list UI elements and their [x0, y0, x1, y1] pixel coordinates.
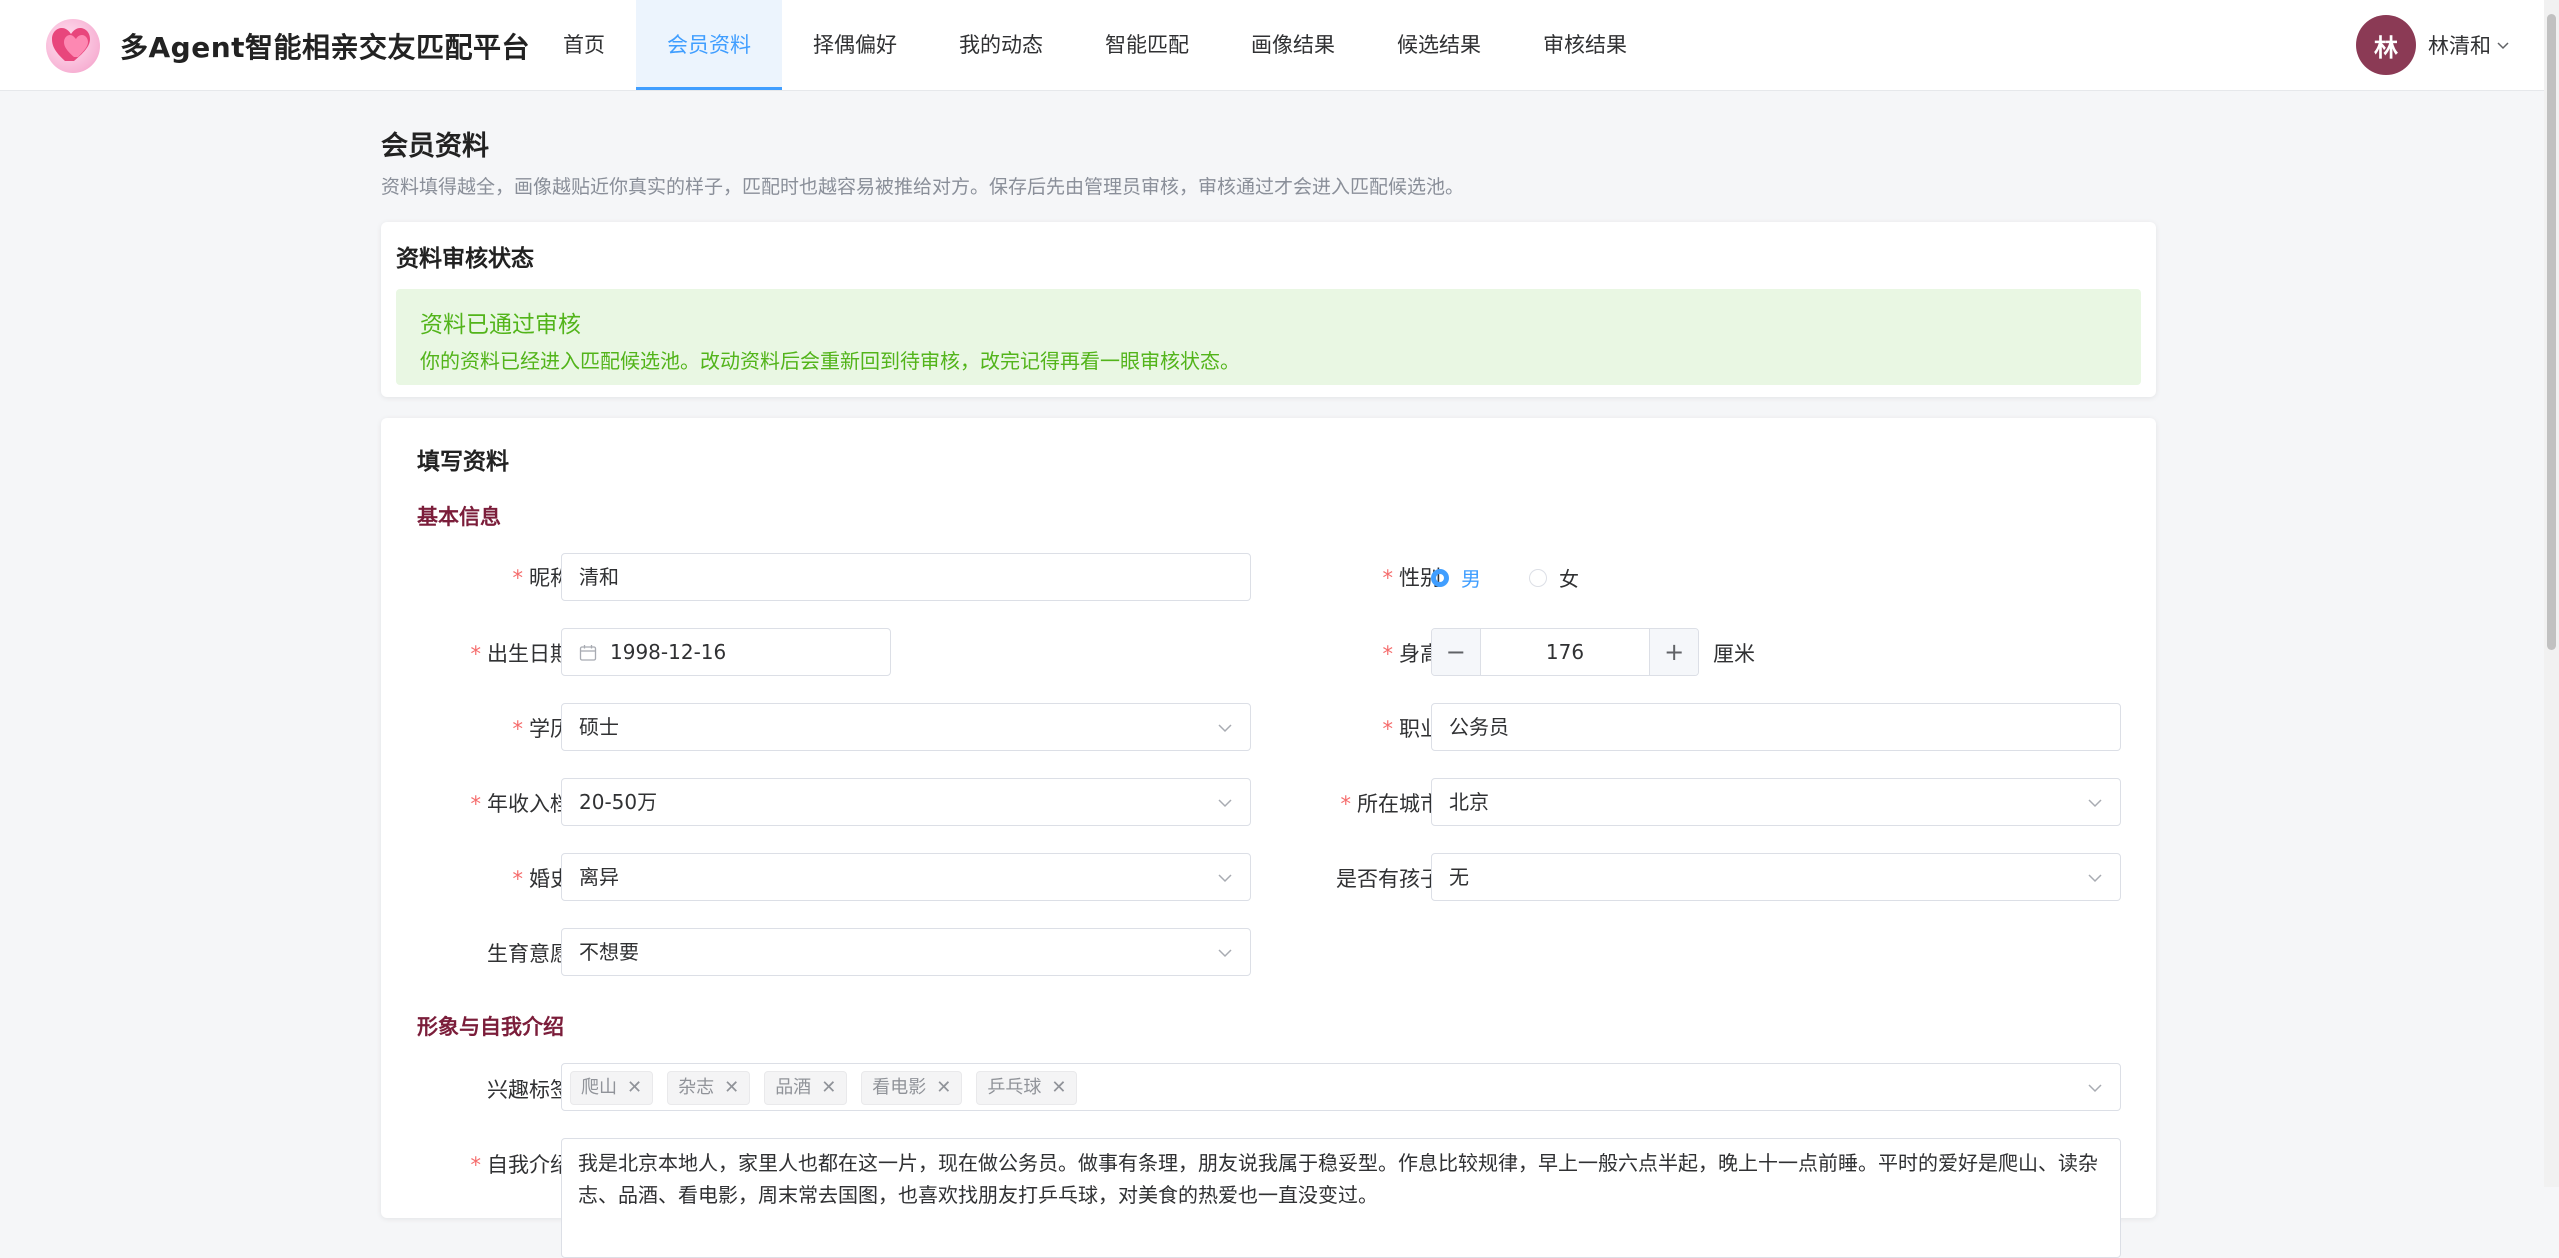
job-label: * 职业: [1382, 717, 1442, 741]
heart-logo-icon: [46, 19, 100, 73]
chevron-down-icon: [1218, 799, 1232, 808]
nav-portrait-result[interactable]: 画像结果: [1220, 0, 1366, 90]
scrollbar-thumb[interactable]: [2547, 14, 2556, 650]
gender-radio-male[interactable]: 男: [1431, 563, 1481, 592]
interest-tag: 爬山 ✕: [570, 1071, 654, 1105]
nav-partner-preference[interactable]: 择偶偏好: [782, 0, 928, 90]
city-select[interactable]: 北京: [1431, 778, 2121, 826]
city-label: * 所在城市: [1340, 792, 1442, 816]
chevron-down-icon: [2088, 1084, 2102, 1093]
gender-radio-female[interactable]: 女: [1529, 563, 1579, 592]
height-value[interactable]: 176: [1481, 629, 1650, 675]
birthday-date-picker[interactable]: 1998-12-16: [561, 628, 891, 676]
education-label: * 学历: [512, 717, 572, 741]
interest-tags: 爬山 ✕ 杂志 ✕ 品酒 ✕ 看电影 ✕ 乒乓球 ✕: [570, 1071, 1091, 1105]
chevron-down-icon: [2088, 799, 2102, 808]
birthday-label: * 出生日期: [470, 642, 572, 666]
height-decrease-button[interactable]: −: [1432, 629, 1481, 675]
interests-label: 兴趣标签: [487, 1078, 571, 1102]
page-scrollbar[interactable]: [2544, 0, 2559, 1187]
fertility-select[interactable]: 不想要: [561, 928, 1251, 976]
job-field[interactable]: 公务员: [1431, 703, 2121, 751]
chevron-down-icon[interactable]: [2497, 39, 2509, 51]
user-name[interactable]: 林清和: [2428, 30, 2491, 60]
interest-tag: 乒乓球 ✕: [976, 1071, 1078, 1105]
radio-checked-icon[interactable]: [1431, 568, 1449, 587]
review-success-alert: 资料已通过审核 你的资料已经进入匹配候选池。改动资料后会重新回到待审核，改完记得…: [396, 289, 2141, 385]
height-label: * 身高: [1382, 642, 1442, 666]
height-unit: 厘米: [1713, 642, 1755, 666]
close-icon[interactable]: ✕: [821, 1065, 836, 1111]
review-card-title: 资料审核状态: [396, 246, 534, 272]
nav-my-posts[interactable]: 我的动态: [928, 0, 1074, 90]
marriage-label: * 婚史: [512, 867, 572, 891]
close-icon[interactable]: ✕: [724, 1065, 739, 1111]
section-image-intro: 形象与自我介绍: [417, 1015, 564, 1039]
self-intro-textarea[interactable]: 我是北京本地人，家里人也都在这一片，现在做公务员。做事有条理，朋友说我属于稳妥型…: [561, 1138, 2121, 1258]
education-select[interactable]: 硕士: [561, 703, 1251, 751]
interest-tag: 杂志 ✕: [667, 1071, 751, 1105]
interest-tag: 品酒 ✕: [764, 1071, 848, 1105]
user-menu[interactable]: 林 林清和: [2356, 15, 2509, 75]
chevron-down-icon: [1218, 949, 1232, 958]
alert-description: 你的资料已经进入匹配候选池。改动资料后会重新回到待审核，改完记得再看一眼审核状态…: [420, 349, 1240, 373]
nav-home[interactable]: 首页: [532, 0, 636, 90]
children-label: 是否有孩子: [1336, 867, 1441, 891]
close-icon[interactable]: ✕: [936, 1065, 951, 1111]
intro-label: * 自我介绍: [470, 1153, 572, 1177]
income-label: * 年收入档: [470, 792, 572, 816]
app-title: 多Agent智能相亲交友匹配平台: [120, 31, 531, 64]
children-select[interactable]: 无: [1431, 853, 2121, 901]
nickname-label: * 昵称: [512, 566, 572, 590]
alert-title: 资料已通过审核: [420, 312, 581, 338]
nav-member-profile[interactable]: 会员资料: [636, 0, 782, 90]
close-icon[interactable]: ✕: [1051, 1065, 1066, 1111]
fertility-label: 生育意愿: [487, 942, 571, 966]
income-select[interactable]: 20-50万: [561, 778, 1251, 826]
marriage-select[interactable]: 离异: [561, 853, 1251, 901]
chevron-down-icon: [1218, 724, 1232, 733]
chevron-down-icon: [2088, 874, 2102, 883]
form-card-title: 填写资料: [417, 449, 509, 475]
nav-smart-match[interactable]: 智能匹配: [1074, 0, 1220, 90]
birthday-value[interactable]: 1998-12-16: [610, 640, 726, 664]
nav-candidate-result[interactable]: 候选结果: [1366, 0, 1512, 90]
height-stepper[interactable]: − 176 +: [1431, 628, 1699, 676]
chevron-down-icon: [1218, 874, 1232, 883]
profile-form-card: 填写资料 基本信息 * 昵称 清和 * 性别 男 女 * 出生日期 1998-12-1…: [381, 418, 2156, 1258]
section-basic-info: 基本信息: [417, 505, 501, 529]
avatar[interactable]: 林: [2356, 15, 2416, 75]
nav-review-result[interactable]: 审核结果: [1512, 0, 1658, 90]
close-icon[interactable]: ✕: [627, 1065, 642, 1111]
height-increase-button[interactable]: +: [1649, 629, 1698, 675]
main-nav: 首页 会员资料 择偶偏好 我的动态 智能匹配 画像结果 候选结果 审核结果: [532, 0, 1658, 90]
radio-unchecked-icon[interactable]: [1529, 568, 1547, 587]
page-subtitle: 资料填得越全，画像越贴近你真实的样子，匹配时也越容易被推给对方。保存后先由管理员…: [381, 176, 1465, 198]
page-title: 会员资料: [381, 131, 489, 162]
nickname-field[interactable]: 清和: [561, 553, 1251, 601]
interests-multiselect[interactable]: 爬山 ✕ 杂志 ✕ 品酒 ✕ 看电影 ✕ 乒乓球 ✕: [561, 1063, 2121, 1111]
review-status-card: 资料审核状态 资料已通过审核 你的资料已经进入匹配候选池。改动资料后会重新回到待…: [381, 222, 2156, 397]
interest-tag: 看电影 ✕: [861, 1071, 963, 1105]
calendar-icon: [579, 645, 597, 661]
gender-label: * 性别: [1382, 566, 1442, 590]
top-navbar: 多Agent智能相亲交友匹配平台 首页 会员资料 择偶偏好 我的动态 智能匹配 …: [0, 0, 2544, 91]
